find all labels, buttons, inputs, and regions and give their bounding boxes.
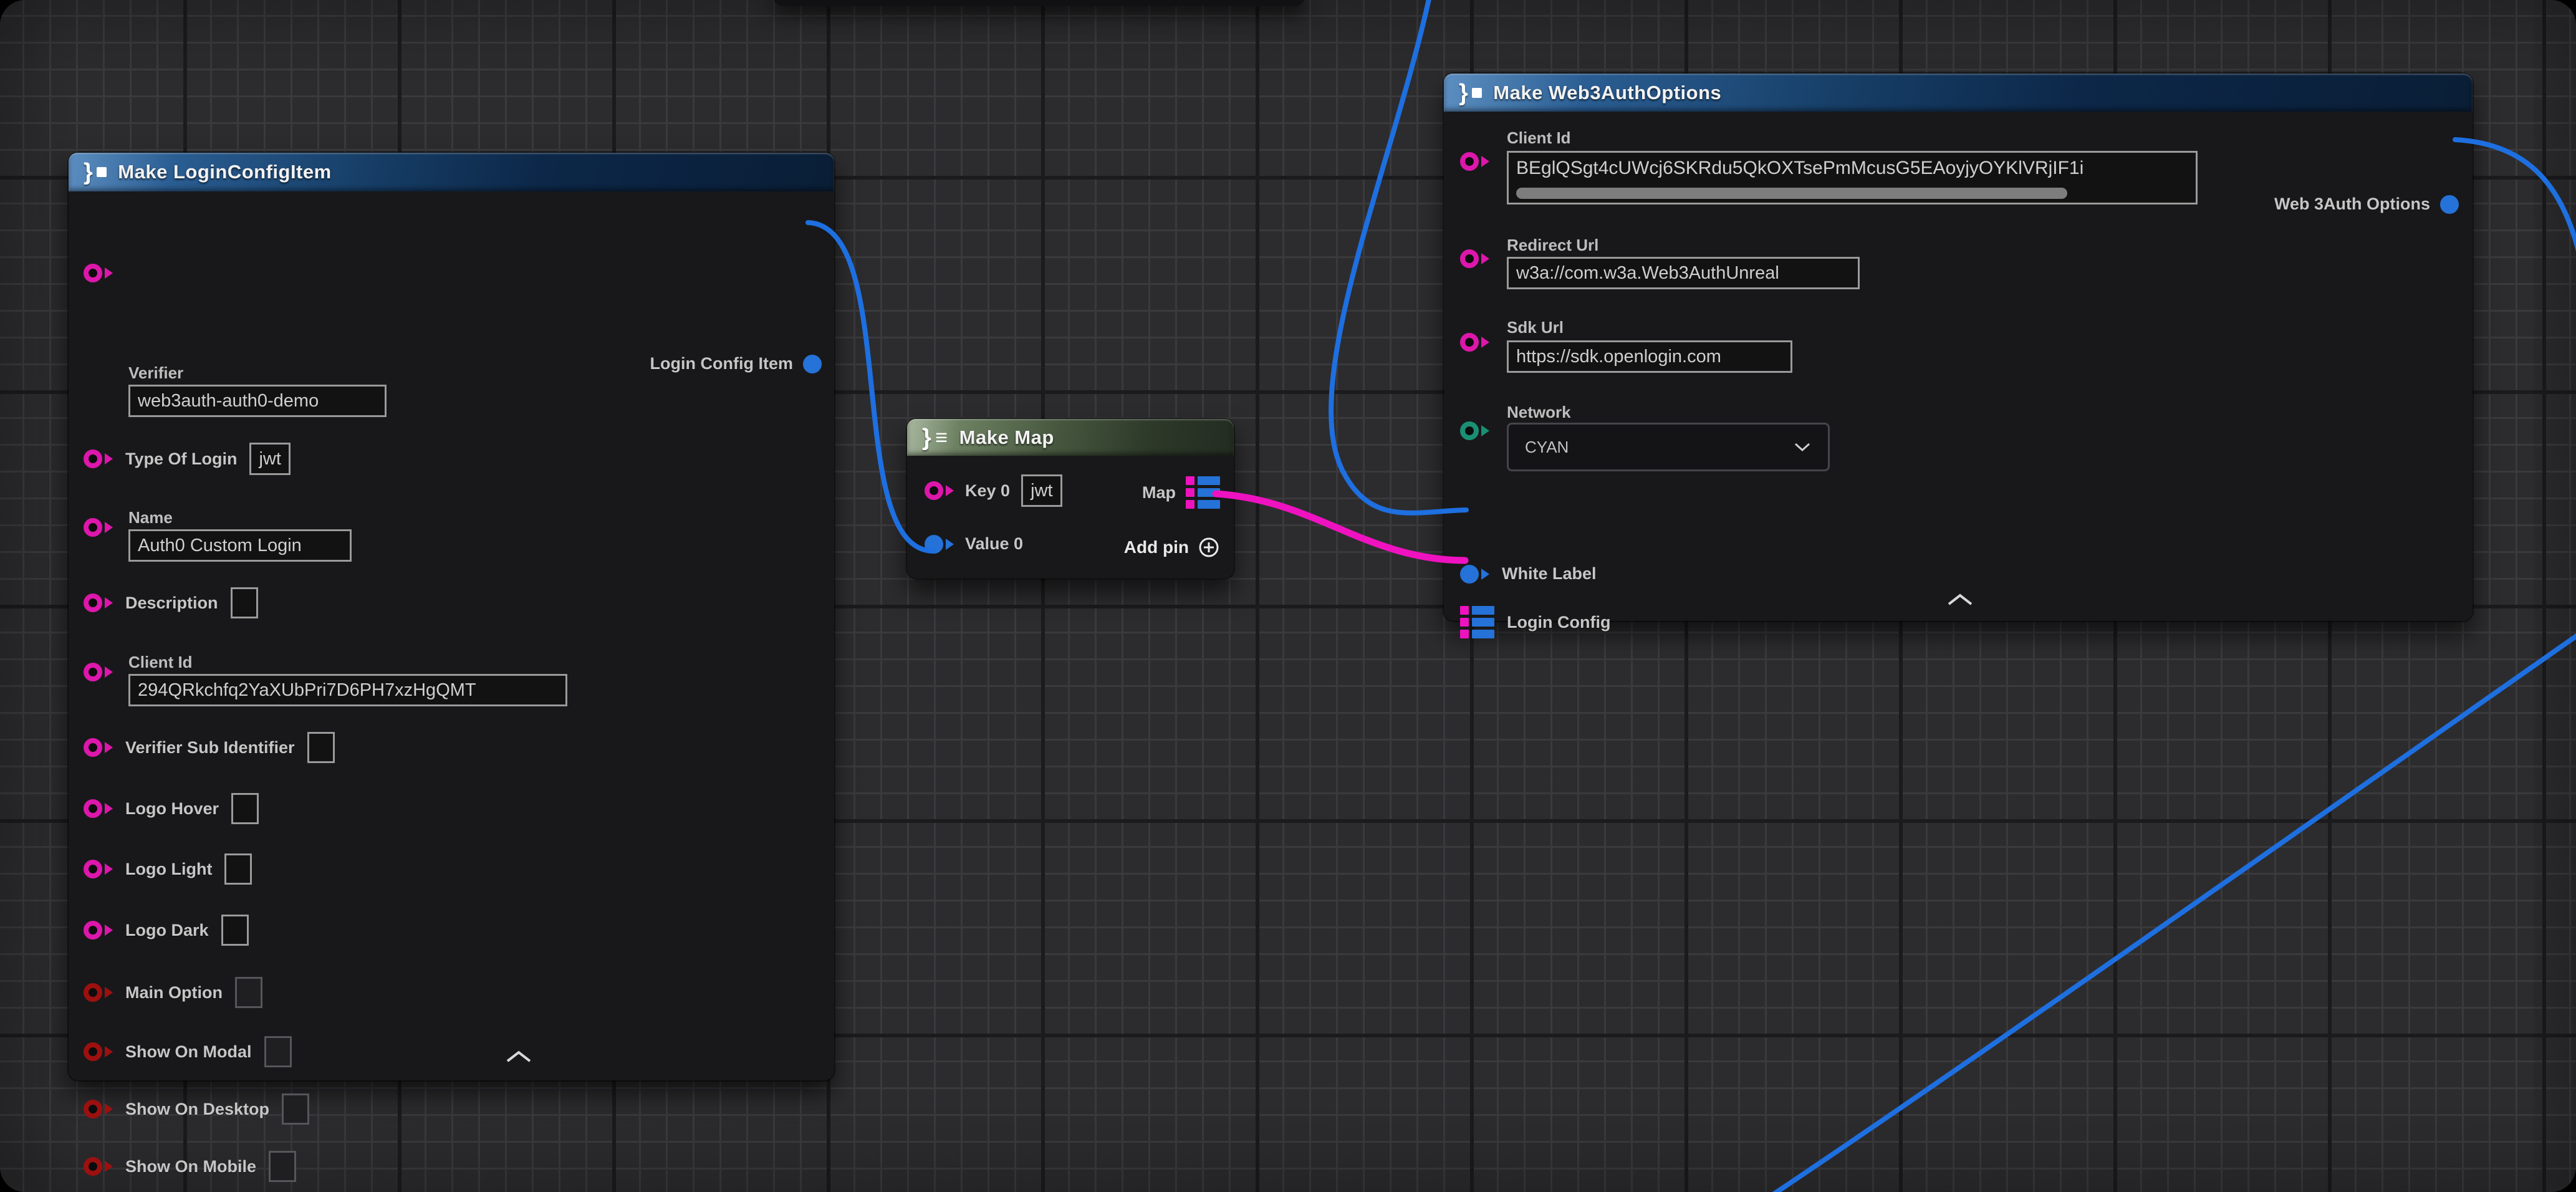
pin-sdk-url[interactable] <box>1460 333 1489 352</box>
pin-network[interactable] <box>1460 421 1489 440</box>
output-pin-label: Web 3Auth Options <box>2274 195 2430 214</box>
pin-label-verifier-sub-identifier: Verifier Sub Identifier <box>125 738 295 757</box>
pin-label-login-config: Login Config <box>1507 613 1610 632</box>
pin-label-show-on-desktop: Show On Desktop <box>125 1100 269 1119</box>
pin-label-white-label: White Label <box>1502 564 1597 584</box>
type-of-login-input[interactable]: jwt <box>249 443 290 475</box>
pin-key-0[interactable] <box>925 481 954 500</box>
node-make-loginconfigitem[interactable]: } Make LoginConfigItem Login Config Item… <box>69 153 834 1080</box>
pin-show-on-desktop[interactable] <box>84 1100 113 1118</box>
network-dropdown[interactable]: CYAN <box>1507 423 1830 471</box>
node-title: Make Map <box>959 426 1054 449</box>
verifier-sub-identifier-input[interactable] <box>307 732 335 763</box>
blueprint-canvas[interactable]: } Make LoginConfigItem Login Config Item… <box>0 0 2576 1192</box>
add-pin-icon <box>1198 536 1220 559</box>
node-header[interactable]: } Make Web3AuthOptions <box>1444 74 2473 112</box>
client-id-input[interactable]: BEglQSgt4cUWcj6SKRdu5QkOXTsePmMcusG5EAoy… <box>1507 151 2198 204</box>
pin-label-network: Network <box>1507 403 1571 422</box>
main-option-checkbox[interactable] <box>235 977 262 1008</box>
pin-verifier[interactable] <box>84 264 113 282</box>
add-pin-label: Add pin <box>1124 537 1189 557</box>
pin-label-client-id: Client Id <box>128 653 193 672</box>
pin-label-redirect-url: Redirect Url <box>1507 236 1598 255</box>
offscreen-node-edge <box>773 0 1305 6</box>
wire-web3authoptions-out[interactable] <box>2455 140 2576 262</box>
collapse-node-button[interactable] <box>505 1049 532 1067</box>
make-struct-icon: } <box>84 160 107 184</box>
pin-client-id[interactable] <box>84 663 113 681</box>
wire-diagonal-bottom[interactable] <box>1769 633 2576 1192</box>
client-id-scrollbar[interactable] <box>1516 188 2067 199</box>
pin-label-show-on-mobile: Show On Mobile <box>125 1157 256 1176</box>
logo-light-input[interactable] <box>224 853 252 885</box>
network-value: CYAN <box>1525 438 1569 457</box>
pin-logo-light[interactable] <box>84 860 113 878</box>
pin-label-logo-hover: Logo Hover <box>125 799 219 819</box>
pin-client-id[interactable] <box>1460 152 1489 171</box>
pin-type-of-login[interactable] <box>84 449 113 468</box>
node-header[interactable]: }≡ Make Map <box>907 419 1234 456</box>
sdk-url-input[interactable]: https://sdk.openlogin.com <box>1507 340 1792 373</box>
node-title: Make LoginConfigItem <box>118 161 331 183</box>
pin-label-type-of-login: Type Of Login <box>125 449 237 469</box>
show-on-desktop-checkbox[interactable] <box>282 1093 309 1125</box>
node-make-web3authoptions[interactable]: } Make Web3AuthOptions Web 3Auth Options… <box>1444 74 2473 621</box>
pin-label-name: Name <box>128 508 173 527</box>
chevron-up-icon <box>1946 592 1974 607</box>
make-struct-icon: } <box>1459 81 1482 105</box>
pin-verifier-sub-identifier[interactable] <box>84 738 113 757</box>
output-pin-label: Login Config Item <box>650 354 793 373</box>
chevron-up-icon <box>505 1049 532 1064</box>
key-0-input[interactable]: jwt <box>1021 474 1062 507</box>
pin-label-main-option: Main Option <box>125 983 223 1002</box>
pin-web3auth-options-out[interactable] <box>2440 195 2459 214</box>
pin-white-label[interactable] <box>1460 565 1489 584</box>
make-map-icon: }≡ <box>922 426 948 449</box>
node-make-map[interactable]: }≡ Make Map Key 0 jwt Map Value 0 Add pi… <box>907 419 1234 579</box>
pin-label-show-on-modal: Show On Modal <box>125 1042 252 1062</box>
add-pin-button[interactable]: Add pin <box>1124 536 1220 559</box>
pin-show-on-modal[interactable] <box>84 1042 113 1061</box>
pin-name[interactable] <box>84 518 113 537</box>
output-pin-label: Map <box>1142 483 1176 502</box>
pin-login-config-item-out[interactable] <box>803 355 822 373</box>
verifier-input[interactable]: web3auth-auth0-demo <box>128 385 387 417</box>
redirect-url-input[interactable]: w3a://com.w3a.Web3AuthUnreal <box>1507 257 1860 289</box>
node-title: Make Web3AuthOptions <box>1493 82 1721 104</box>
chevron-down-icon <box>1793 441 1812 453</box>
name-input[interactable]: Auth0 Custom Login <box>128 529 352 562</box>
pin-label-client-id: Client Id <box>1507 128 1571 148</box>
client-id-value: BEglQSgt4cUWcj6SKRdu5QkOXTsePmMcusG5EAoy… <box>1516 158 2188 179</box>
pin-description[interactable] <box>84 594 113 612</box>
description-input[interactable] <box>231 587 258 618</box>
pin-label-verifier: Verifier <box>128 363 183 383</box>
node-header[interactable]: } Make LoginConfigItem <box>69 153 834 191</box>
pin-label-sdk-url: Sdk Url <box>1507 318 1564 337</box>
pin-label-logo-dark: Logo Dark <box>125 921 209 940</box>
pin-logo-dark[interactable] <box>84 921 113 940</box>
show-on-modal-checkbox[interactable] <box>264 1036 292 1067</box>
pin-label-logo-light: Logo Light <box>125 860 212 879</box>
logo-hover-input[interactable] <box>231 793 259 824</box>
pin-redirect-url[interactable] <box>1460 249 1489 268</box>
pin-label-key-0: Key 0 <box>965 481 1010 501</box>
pin-label-value-0: Value 0 <box>965 534 1023 554</box>
wire-map-to-loginconfig[interactable] <box>1216 494 1465 560</box>
client-id-input[interactable]: 294QRkchfq2YaXUbPri7D6PH7xzHgQMT <box>128 674 567 706</box>
pin-logo-hover[interactable] <box>84 799 113 818</box>
show-on-mobile-checkbox[interactable] <box>269 1151 296 1182</box>
login-config-map-pin-icon[interactable] <box>1460 606 1494 638</box>
collapse-node-button[interactable] <box>1946 592 1974 610</box>
pin-show-on-mobile[interactable] <box>84 1157 113 1176</box>
pin-label-description: Description <box>125 594 218 613</box>
pin-main-option[interactable] <box>84 983 113 1002</box>
logo-dark-input[interactable] <box>221 915 249 946</box>
